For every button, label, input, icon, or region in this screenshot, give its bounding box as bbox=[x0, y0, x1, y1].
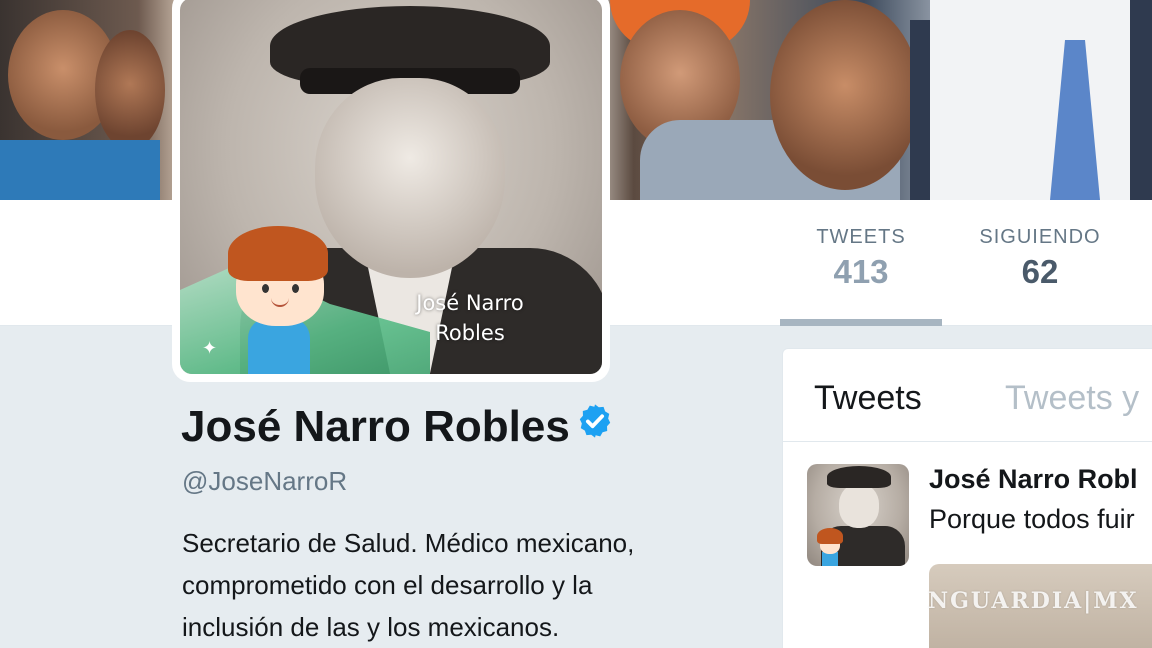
kid-body bbox=[822, 552, 838, 566]
tweet-author-name[interactable]: José Narro Robl bbox=[929, 464, 1138, 495]
tweet-text: Porque todos fuir bbox=[929, 504, 1135, 534]
kid-hair bbox=[817, 528, 843, 544]
avatar-photo: José Narro Robles ✦ bbox=[180, 0, 602, 374]
avatar-caption-line2: Robles bbox=[435, 321, 505, 345]
bio-line: comprometido con el desarrollo y la bbox=[182, 570, 593, 600]
banner-photo-shirt bbox=[0, 140, 160, 200]
avatar-caption: José Narro Robles bbox=[390, 288, 550, 348]
banner-photo-shirt bbox=[930, 0, 1152, 200]
profile-handle[interactable]: @JoseNarroR bbox=[182, 466, 347, 497]
banner-photo-person bbox=[770, 0, 920, 190]
nav-tweets-label: TWEETS bbox=[816, 226, 906, 248]
kid-eye bbox=[292, 284, 299, 293]
tab-tweets-and-replies[interactable]: Tweets y bbox=[1005, 379, 1139, 418]
tweet-avatar-face bbox=[839, 484, 879, 528]
avatar-caption-line1: José Narro bbox=[416, 291, 524, 315]
banner-photo-jacket bbox=[1130, 0, 1152, 200]
nav-following-count: 62 bbox=[1021, 253, 1059, 290]
nav-following-tab[interactable]: SIGUIENDO 62 bbox=[960, 226, 1120, 291]
timeline-tabs: Tweets Tweets y bbox=[783, 349, 1152, 442]
bio-line: inclusión de las y los mexicanos. bbox=[182, 612, 560, 642]
kid-hair bbox=[228, 226, 328, 281]
watermark: NGUARDIA|MX bbox=[928, 588, 1139, 614]
banner-photo-person bbox=[95, 30, 165, 150]
nav-tweets-tab[interactable]: TWEETS 413 bbox=[780, 226, 942, 326]
tweet-avatar-kid bbox=[817, 528, 843, 566]
kid-body bbox=[248, 318, 310, 374]
verified-badge-icon bbox=[576, 401, 614, 451]
profile-name: José Narro Robles bbox=[181, 402, 614, 452]
active-tab-indicator bbox=[780, 319, 942, 326]
sparkle-icon: ✦ bbox=[202, 338, 218, 358]
profile-bio: Secretario de Salud. Médico mexicano, co… bbox=[182, 522, 742, 648]
tweet-avatar-cap bbox=[827, 466, 891, 488]
profile-name-text: José Narro Robles bbox=[181, 402, 570, 451]
bio-line: Secretario de Salud. Médico mexicano, bbox=[182, 528, 635, 558]
profile-avatar[interactable]: José Narro Robles ✦ bbox=[172, 0, 610, 382]
kid-eye bbox=[262, 284, 269, 293]
tweet-author-avatar[interactable] bbox=[807, 464, 909, 566]
avatar-face bbox=[315, 78, 505, 278]
tab-tweets[interactable]: Tweets bbox=[814, 379, 922, 418]
nav-following-label: SIGUIENDO bbox=[979, 226, 1101, 248]
nav-tweets-count: 413 bbox=[833, 253, 889, 290]
